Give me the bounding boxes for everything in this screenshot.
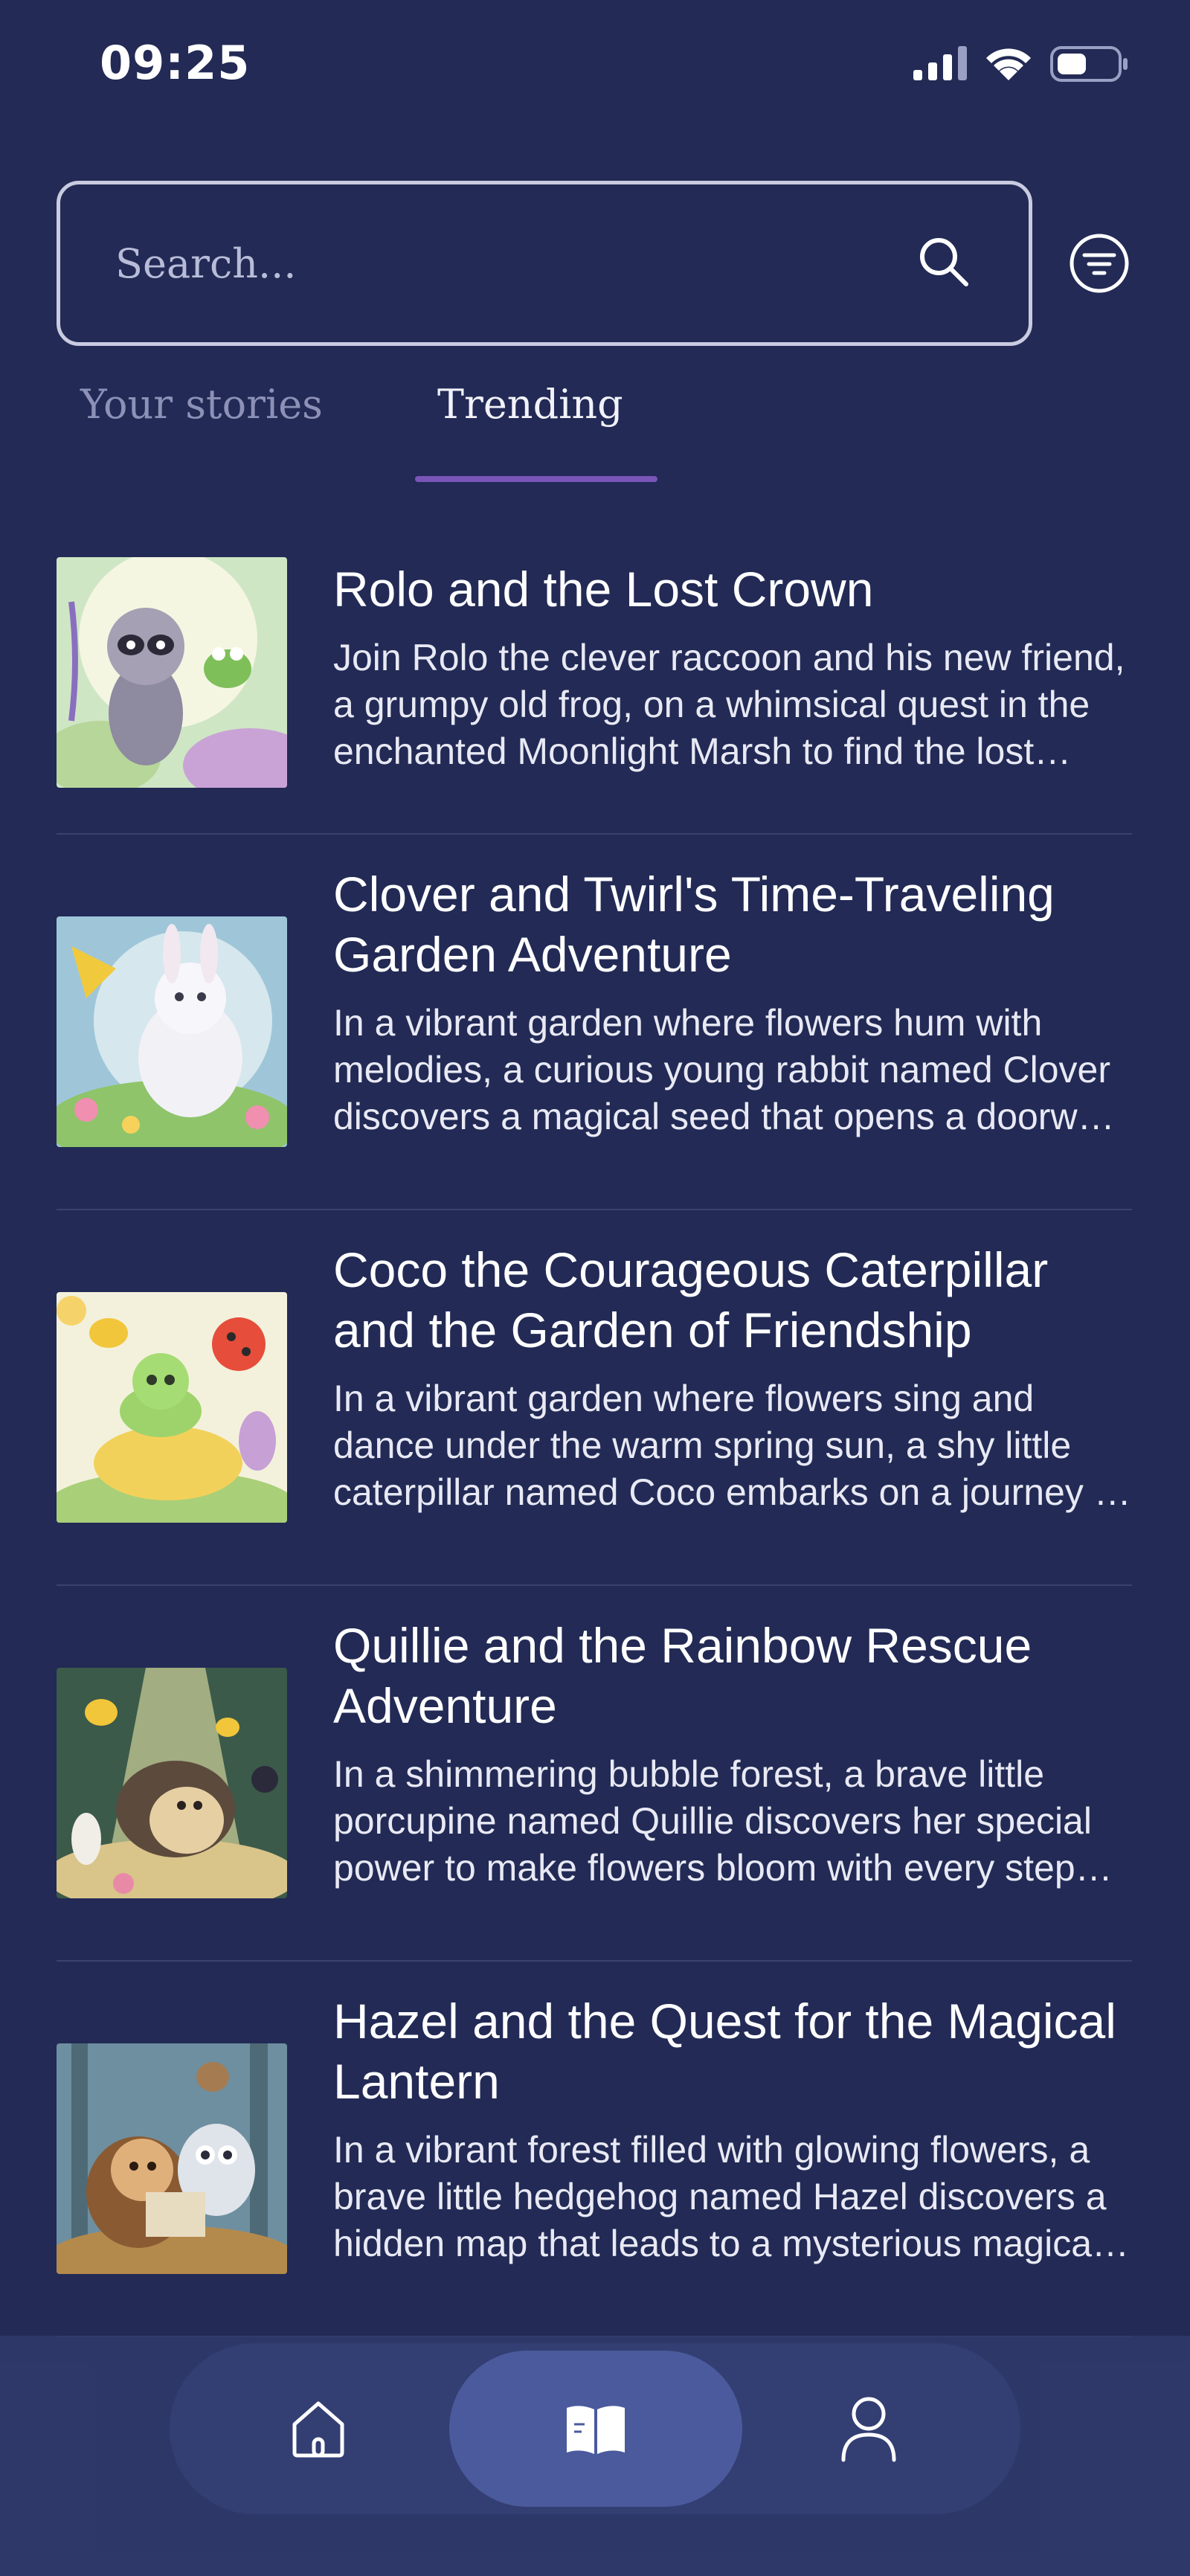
story-thumbnail-caterpillar xyxy=(57,1292,287,1523)
signal-icon xyxy=(913,46,967,80)
tab-your-stories[interactable]: Your stories xyxy=(80,381,323,448)
story-thumbnail-hedgehog xyxy=(57,2043,287,2274)
story-list: Rolo and the Lost Crown Join Rolo the cl… xyxy=(57,527,1132,2337)
story-card[interactable]: Rolo and the Lost Crown Join Rolo the cl… xyxy=(57,527,1132,835)
story-thumbnail-raccoon xyxy=(57,557,287,788)
battery-icon xyxy=(1050,46,1128,82)
story-description: In a vibrant garden where flowers sing a… xyxy=(333,1378,1125,1513)
active-tab-indicator xyxy=(415,476,657,482)
story-card[interactable]: Clover and Twirl's Time-Traveling Garden… xyxy=(57,835,1132,1210)
story-description: In a shimmering bubble forest, a brave l… xyxy=(333,1753,1092,1889)
story-card[interactable]: Quillie and the Rainbow Rescue Adventure… xyxy=(57,1586,1132,1962)
story-title: Rolo and the Lost Crown xyxy=(333,562,874,617)
story-description: Join Rolo the clever raccoon and his new… xyxy=(333,637,1125,772)
story-thumbnail-porcupine xyxy=(57,1668,287,1898)
story-description: In a vibrant forest filled with glowing … xyxy=(333,2129,1107,2264)
nav-stories[interactable] xyxy=(449,2351,742,2507)
tab-trending[interactable]: Trending xyxy=(437,381,623,448)
nav-profile[interactable] xyxy=(817,2343,921,2514)
search-box[interactable] xyxy=(57,181,1032,346)
home-icon xyxy=(292,2401,344,2458)
filter-icon[interactable] xyxy=(1068,232,1130,295)
status-time: 09:25 xyxy=(100,36,251,90)
nav-home[interactable] xyxy=(266,2343,370,2514)
status-bar: 09:25 xyxy=(0,0,1190,130)
story-title: Quillie and the Rainbow Rescue Adventure xyxy=(333,1618,1032,1733)
search-input[interactable] xyxy=(115,226,904,301)
tab-bar: Your stories Trending xyxy=(0,372,1190,491)
story-card[interactable]: Coco the Courageous Caterpillar and the … xyxy=(57,1210,1132,1586)
story-title: Clover and Twirl's Time-Traveling Garden… xyxy=(333,867,1055,982)
story-thumbnail-rabbit xyxy=(57,916,287,1147)
user-icon xyxy=(841,2397,896,2462)
story-title: Coco the Courageous Caterpillar and the … xyxy=(333,1242,1049,1358)
search-icon[interactable] xyxy=(916,234,972,290)
bottom-nav xyxy=(170,2343,1020,2514)
story-description: In a vibrant garden where flowers hum wi… xyxy=(333,1002,1117,1137)
story-title: Hazel and the Quest for the Magical Lant… xyxy=(333,1994,1116,2109)
story-card[interactable]: Hazel and the Quest for the Magical Lant… xyxy=(57,1962,1132,2337)
wifi-icon xyxy=(986,48,1031,80)
book-icon xyxy=(567,2406,625,2454)
